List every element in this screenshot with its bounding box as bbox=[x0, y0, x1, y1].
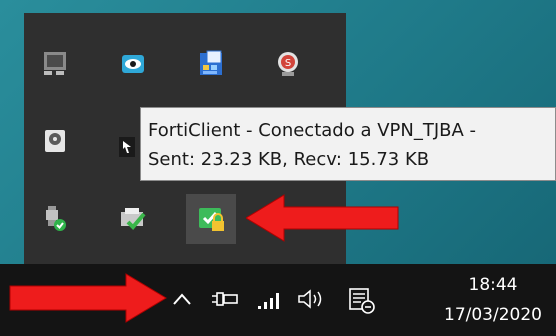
clock-date: 17/03/2020 bbox=[444, 305, 542, 325]
clock[interactable]: 18:44 17/03/2020 bbox=[438, 270, 548, 330]
signal-icon[interactable] bbox=[256, 290, 284, 310]
red-arrow-left bbox=[246, 194, 399, 242]
cursor-app-tray-icon[interactable] bbox=[114, 125, 140, 169]
tooltip-line-2: Sent: 23.23 KB, Recv: 15.73 KB bbox=[148, 149, 430, 170]
display-icon bbox=[44, 52, 66, 75]
eye-app-tray-icon[interactable] bbox=[111, 42, 155, 86]
calculator-icon bbox=[200, 50, 222, 75]
notification-icon[interactable] bbox=[347, 286, 377, 316]
print-check-icon bbox=[121, 208, 146, 230]
volume-icon[interactable] bbox=[296, 287, 330, 311]
eye-icon bbox=[122, 55, 144, 73]
forticlient-tray-icon[interactable] bbox=[186, 194, 236, 244]
clock-time: 18:44 bbox=[468, 275, 518, 295]
disk-icon bbox=[45, 130, 65, 152]
show-hidden-icons-chevron-icon[interactable] bbox=[171, 290, 193, 308]
power-plug-icon[interactable] bbox=[210, 288, 240, 310]
forticlient-icon bbox=[199, 208, 224, 231]
cursor-icon bbox=[119, 137, 135, 157]
calculator-app-tray-icon[interactable] bbox=[189, 42, 233, 86]
usb-eject-tray-icon[interactable] bbox=[33, 196, 77, 240]
red-arrow-right bbox=[9, 273, 167, 323]
print-check-tray-icon[interactable] bbox=[111, 196, 155, 240]
usb-eject-icon bbox=[46, 206, 66, 231]
disk-app-tray-icon[interactable] bbox=[33, 119, 77, 163]
shield-s-app-tray-icon[interactable]: S bbox=[266, 42, 310, 86]
tooltip-line-1: FortiClient - Conectado a VPN_TJBA - bbox=[148, 120, 477, 141]
display-app-tray-icon[interactable] bbox=[33, 42, 77, 86]
shield-s-icon: S bbox=[278, 52, 298, 76]
svg-text:S: S bbox=[285, 58, 291, 69]
forticlient-tooltip: FortiClient - Conectado a VPN_TJBA - Sen… bbox=[140, 107, 556, 181]
